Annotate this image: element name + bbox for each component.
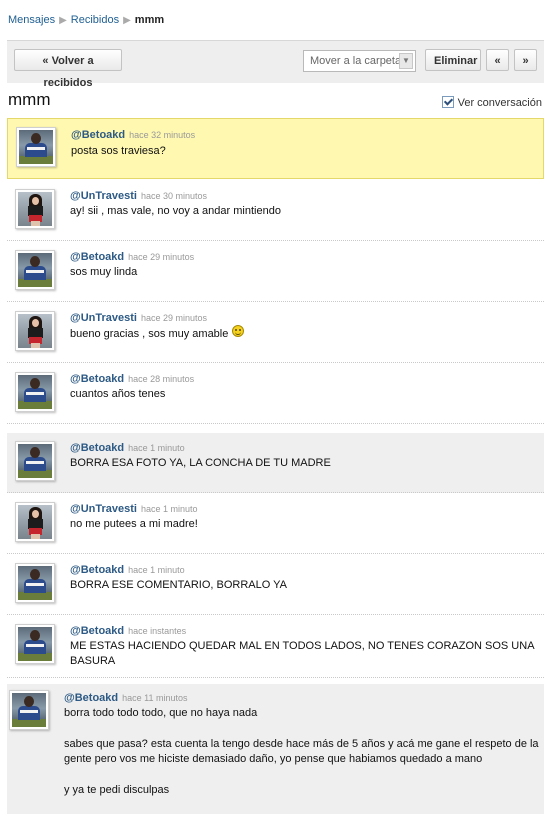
message-item: @UnTravesti hace 1 minuto no me putees a …	[7, 494, 544, 554]
smiley-icon	[232, 325, 245, 338]
move-to-folder-select[interactable]: Mover a la carpeta ▼	[303, 50, 416, 72]
message-toolbar: « Volver a recibidos Mover a la carpeta …	[7, 40, 544, 89]
message-time: hace 29 minutos	[128, 252, 195, 262]
betoakd-avatar[interactable]	[15, 563, 55, 603]
message-text: BORRA ESA FOTO YA, LA CONCHA DE TU MADRE	[70, 457, 331, 469]
message-text: no me putees a mi madre!	[70, 518, 198, 530]
message-item: @UnTravesti hace 30 minutos ay! sii , mas…	[7, 181, 544, 241]
next-message-button[interactable]: »	[514, 49, 537, 71]
breadcrumb-recibidos[interactable]: Recibidos	[71, 14, 119, 26]
message-text: cuantos años tenes	[70, 388, 166, 400]
message-author[interactable]: @UnTravesti hace 29 minutos	[70, 312, 207, 324]
breadcrumb: Mensajes ▶ Recibidos ▶ mmm	[8, 14, 164, 30]
message-author[interactable]: @Betoakd hace 1 minuto	[70, 442, 185, 454]
message-text: y ya te pedi disculpas	[64, 784, 170, 796]
untravesti-avatar[interactable]	[15, 502, 55, 542]
message-time: hace 1 minuto	[128, 443, 185, 453]
message-item: @UnTravesti hace 29 minutos bueno gracias…	[7, 303, 544, 363]
conversation-title: mmm	[8, 90, 51, 109]
message-text: borra todo todo todo, que no haya nada	[64, 707, 258, 719]
message-item: @Betoakd hace 28 minutos cuantos años ten…	[7, 364, 544, 424]
message-text: ME ESTAS HACIENDO QUEDAR MAL EN TODOS LA…	[70, 640, 535, 652]
message-item: @Betoakd hace instantes ME ESTAS HACIENDO…	[7, 616, 544, 678]
message-item: @Betoakd hace 1 minuto BORRA ESA FOTO YA,…	[7, 433, 544, 493]
message-author[interactable]: @UnTravesti hace 1 minuto	[70, 503, 198, 515]
checkbox-checked-icon[interactable]	[441, 96, 454, 109]
previous-message-button[interactable]: «	[486, 49, 509, 71]
message-text: ay! sii , mas vale, no voy a andar minti…	[70, 205, 281, 217]
message-text: sabes que pasa? esta cuenta la tengo des…	[64, 738, 539, 750]
message-text-row: bueno gracias , sos muy amable	[70, 325, 245, 342]
message-time: hace 1 minuto	[128, 565, 185, 575]
message-item: @Betoakd hace 29 minutos sos muy linda	[7, 242, 544, 302]
view-conversation-toggle[interactable]: Ver conversación	[441, 96, 542, 109]
untravesti-avatar[interactable]	[15, 189, 55, 229]
message-time: hace 11 minutos	[122, 693, 188, 703]
message-time: hace 32 minutos	[129, 130, 196, 140]
message-text: sos muy linda	[70, 266, 138, 278]
delete-button[interactable]: Eliminar	[425, 49, 481, 71]
message-time: hace 1 minuto	[140, 504, 198, 514]
move-to-folder-value: Mover a la carpeta	[310, 55, 402, 67]
message-text: BORRA ESE COMENTARIO, BORRALO YA	[70, 579, 287, 591]
message-author[interactable]: @Betoakd hace 11 minutos	[64, 692, 188, 704]
message-author[interactable]: @UnTravesti hace 30 minutos	[70, 190, 207, 202]
message-author[interactable]: @Betoakd hace 28 minutos	[70, 373, 194, 385]
betoakd-avatar[interactable]	[16, 127, 56, 167]
betoakd-avatar[interactable]	[15, 624, 55, 664]
message-author[interactable]: @Betoakd hace instantes	[70, 625, 186, 637]
message-text: bueno gracias , sos muy amable	[70, 328, 229, 340]
message-time: hace 29 minutos	[140, 313, 208, 323]
betoakd-avatar[interactable]	[9, 690, 49, 730]
message-text: gente pero vos me hiciste demasiado daño…	[64, 753, 483, 765]
chevron-right-icon: ▶	[123, 14, 131, 26]
message-author[interactable]: @Betoakd hace 1 minuto	[70, 564, 185, 576]
betoakd-avatar[interactable]	[15, 441, 55, 481]
message-time: hace 28 minutos	[128, 374, 195, 384]
message-item: @Betoakd hace 32 minutos posta sos travie…	[7, 118, 544, 179]
chevron-right-icon: ▶	[59, 14, 67, 26]
message-item: @Betoakd hace 11 minutos borra todo todo …	[7, 684, 544, 814]
message-time: hace instantes	[128, 626, 187, 636]
untravesti-avatar[interactable]	[15, 311, 55, 351]
message-text: BASURA	[70, 655, 116, 667]
chevron-down-icon[interactable]: ▼	[399, 53, 413, 69]
message-item: @Betoakd hace 1 minuto BORRA ESE COMENTAR…	[7, 555, 544, 615]
view-conversation-label: Ver conversación	[457, 97, 542, 109]
message-author[interactable]: @Betoakd hace 29 minutos	[70, 251, 194, 263]
message-time: hace 30 minutos	[140, 191, 208, 201]
back-to-inbox-button[interactable]: « Volver a recibidos	[14, 49, 122, 89]
message-author[interactable]: @Betoakd hace 32 minutos	[71, 129, 195, 141]
message-text: posta sos traviesa?	[71, 145, 166, 157]
breadcrumb-current: mmm	[134, 14, 165, 27]
breadcrumb-mensajes[interactable]: Mensajes	[8, 14, 55, 26]
betoakd-avatar[interactable]	[15, 372, 55, 412]
betoakd-avatar[interactable]	[15, 250, 55, 290]
